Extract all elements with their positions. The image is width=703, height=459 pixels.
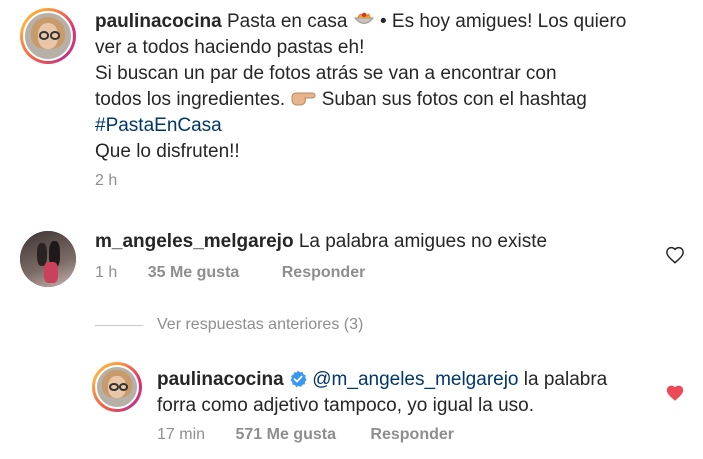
- reply-author-avatar[interactable]: [92, 362, 142, 412]
- caption-text: Suban sus fotos con el hashtag: [321, 89, 587, 110]
- comment-timestamp: 1 h: [95, 264, 118, 281]
- comment-heart-icon[interactable]: [665, 246, 685, 264]
- reply-body-line-1: paulinacocina @m_angeles_melgarejo la pa…: [157, 368, 607, 392]
- comment-likes-count[interactable]: 35 Me gusta: [148, 264, 240, 281]
- hashtag-link[interactable]: #PastaEnCasa: [95, 114, 222, 138]
- post-timestamp: 2 h: [95, 172, 118, 189]
- spaghetti-emoji-icon: [353, 9, 375, 36]
- reply-meta: 17 min 571 Me gusta Responder: [157, 426, 454, 444]
- post-caption-line-2: ver a todos haciendo pastas eh!: [95, 37, 365, 58]
- commenter-avatar[interactable]: [20, 231, 76, 287]
- post-caption-line-3: Si buscan un par de fotos atrás se van a…: [95, 63, 557, 84]
- reply-body-line-2: forra como adjetivo tampoco, yo igual la…: [157, 395, 535, 416]
- pointing-hand-emoji-icon: [290, 89, 316, 114]
- comment-body: m_angeles_melgarejo La palabra amigues n…: [95, 230, 547, 254]
- commenter-username[interactable]: m_angeles_melgarejo: [95, 231, 294, 252]
- reply-text: la palabra: [523, 369, 608, 390]
- post-caption-line-1: paulinacocina Pasta en casa • Es hoy ami…: [95, 9, 626, 36]
- reply-author-username[interactable]: paulinacocina: [157, 369, 284, 390]
- verified-badge-icon: [289, 370, 307, 388]
- post-author-username[interactable]: paulinacocina: [95, 11, 222, 32]
- caption-text: • Es hoy amigues! Los quiero: [379, 11, 627, 32]
- comment-meta: 1 h 35 Me gusta Responder: [95, 264, 365, 282]
- caption-text: todos los ingredientes.: [95, 89, 286, 110]
- post-caption-line-4: todos los ingredientes. Suban sus fotos …: [95, 88, 587, 114]
- comment-reply-button[interactable]: Responder: [282, 264, 366, 281]
- comment-text: La palabra amigues no existe: [298, 231, 548, 252]
- liked-heart-icon[interactable]: [665, 384, 685, 402]
- post-author-avatar[interactable]: [20, 8, 76, 64]
- replies-divider: [95, 325, 143, 326]
- post-caption-line-6: Que lo disfruten!!: [95, 141, 240, 162]
- reply-likes-count[interactable]: 571 Me gusta: [235, 426, 335, 443]
- reply-timestamp: 17 min: [157, 426, 206, 443]
- reply-reply-button[interactable]: Responder: [370, 426, 454, 443]
- mention-link[interactable]: @m_angeles_melgarejo: [312, 369, 518, 390]
- view-previous-replies-button[interactable]: Ver respuestas anteriores (3): [157, 316, 363, 334]
- caption-text: Pasta en casa: [226, 11, 348, 32]
